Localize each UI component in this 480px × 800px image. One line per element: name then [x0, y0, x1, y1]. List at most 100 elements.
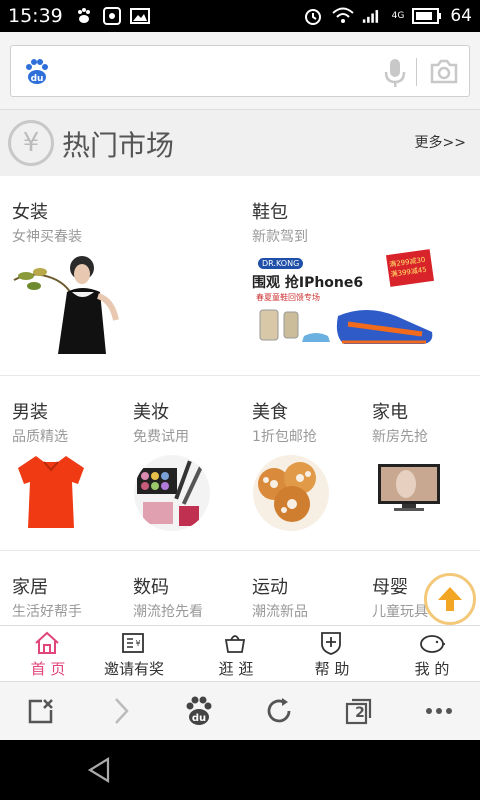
signal-icon: [362, 7, 384, 25]
help-shield-icon: [321, 632, 341, 655]
category-subtitle: 潮流抢先看: [133, 604, 203, 620]
category-home[interactable]: 家居 生活好帮手: [12, 573, 122, 623]
category-subtitle: 1折包邮抢: [252, 429, 317, 445]
shoes-promo-banner: DR.KONG 围观 抢IPhone6 春夏童鞋回馈专场 满299减30 满39…: [252, 249, 435, 350]
category-subtitle: 潮流新品: [252, 604, 308, 620]
shoes-promo-image: [259, 309, 433, 344]
category-title: 运动: [252, 577, 288, 598]
svg-text:du: du: [31, 74, 44, 84]
nav-mine[interactable]: 我 的: [384, 626, 480, 682]
category-digital[interactable]: 数码 潮流抢先看: [133, 573, 243, 623]
category-title: 鞋包: [252, 202, 288, 223]
system-back-button[interactable]: [86, 756, 116, 786]
back-triangle-icon: [87, 757, 110, 783]
close-page-icon: [28, 699, 53, 724]
category-subtitle: 新房先抢: [372, 429, 428, 445]
nav-invite[interactable]: ¥ 邀请有奖: [86, 626, 182, 682]
more-dots-icon: [426, 708, 452, 714]
category-title: 家居: [12, 577, 48, 598]
camera-icon[interactable]: [429, 59, 459, 89]
search-box[interactable]: du: [10, 45, 470, 97]
status-bar: 15:39 4G 64: [0, 0, 480, 32]
status-time: 15:39: [8, 5, 63, 27]
category-subtitle: 新款驾到: [252, 229, 308, 245]
image-notification-icon: [129, 7, 151, 25]
alarm-icon: [302, 7, 324, 25]
row-divider: [0, 375, 480, 376]
category-title: 家电: [372, 402, 408, 423]
food-image: [253, 455, 329, 531]
browser-toolbar: du 2: [0, 681, 480, 740]
nav-label: 首 页: [30, 660, 66, 678]
row-divider: [0, 550, 480, 551]
nav-browse[interactable]: 逛 逛: [188, 626, 284, 682]
svg-text:du: du: [192, 713, 206, 724]
invite-reward-icon: ¥: [122, 633, 144, 653]
mens-shirt-image: [18, 456, 84, 528]
category-sports[interactable]: 运动 潮流新品: [252, 573, 362, 623]
menu-button[interactable]: [422, 694, 456, 728]
nav-help[interactable]: 帮 助: [284, 626, 380, 682]
tabs-button[interactable]: 2: [342, 694, 376, 728]
home-icon: [35, 631, 59, 654]
tv-image: [378, 464, 440, 511]
refresh-button[interactable]: [262, 694, 296, 728]
market-title: 热门市场: [62, 129, 175, 162]
forward-button[interactable]: [104, 694, 138, 728]
baidu-home-button[interactable]: du: [182, 694, 216, 728]
promo-subline: 春夏童鞋回馈专场: [256, 293, 320, 302]
category-cosmetics[interactable]: 美妆 免费试用: [133, 398, 243, 538]
scroll-to-top-button[interactable]: [424, 573, 476, 625]
nav-label: 逛 逛: [218, 660, 254, 678]
baidu-paw-notification-icon: [73, 7, 95, 25]
category-title: 男装: [12, 402, 48, 423]
svg-text:¥: ¥: [135, 639, 140, 648]
search-divider: [416, 58, 417, 86]
promo-brand: DR.KONG: [258, 258, 304, 269]
more-link[interactable]: 更多>>: [415, 132, 466, 152]
network-type: 4G: [391, 10, 405, 21]
piggy-bank-icon: [420, 635, 445, 653]
category-title: 母婴: [372, 577, 408, 598]
category-food[interactable]: 美食 1折包邮抢: [252, 398, 362, 538]
category-title: 美妆: [133, 402, 169, 423]
arrow-up-icon: [438, 587, 462, 611]
category-title: 美食: [252, 402, 288, 423]
microphone-icon[interactable]: [383, 57, 407, 93]
category-appliances[interactable]: 家电 新房先抢: [372, 398, 472, 538]
nav-home[interactable]: 首 页: [0, 626, 96, 682]
category-title: 女装: [12, 202, 48, 223]
nav-label: 我 的: [414, 660, 450, 678]
baidu-logo-icon: du: [23, 58, 51, 90]
close-page-button[interactable]: [24, 694, 58, 728]
category-subtitle: 免费试用: [133, 429, 189, 445]
refresh-icon: [267, 698, 291, 723]
chevron-right-icon: [115, 698, 129, 724]
category-mens-clothing[interactable]: 男装 品质精选: [12, 398, 122, 538]
shopping-bag-icon: [224, 635, 246, 653]
promo-headline: 围观 抢IPhone6: [252, 275, 364, 291]
cosmetics-image: [134, 455, 210, 531]
baidu-paw-icon: du: [186, 696, 212, 725]
battery-icon: [412, 7, 442, 25]
category-subtitle: 儿童玩具: [372, 604, 428, 620]
category-subtitle: 女神买春装: [12, 229, 82, 245]
category-shoes-bags[interactable]: 鞋包 新款驾到 DR.KONG 围观 抢IPhone6 春夏童鞋回馈专场 满29…: [252, 198, 472, 368]
nav-label: 帮 助: [314, 660, 350, 678]
womens-clothing-image: [13, 256, 119, 354]
category-subtitle: 生活好帮手: [12, 604, 82, 620]
category-subtitle: 品质精选: [12, 429, 68, 445]
tabs-count: 2: [355, 705, 365, 721]
nav-label: 邀请有奖: [103, 660, 164, 678]
search-input[interactable]: [61, 54, 361, 88]
category-title: 数码: [133, 577, 169, 598]
promo-badge: 满299减30 满399减45: [385, 249, 435, 287]
category-womens-clothing[interactable]: 女装 女神买春装: [12, 198, 232, 368]
search-area: du: [0, 32, 480, 110]
bottom-navigation: 首 页 ¥ 邀请有奖 逛 逛 帮 助 我 的: [0, 625, 480, 681]
yen-icon: ¥: [8, 120, 54, 166]
app-notification-icon: [101, 7, 123, 25]
wifi-icon: [331, 7, 354, 25]
system-navigation-bar: [0, 740, 480, 800]
market-header: ¥ 热门市场 更多>>: [0, 110, 480, 176]
